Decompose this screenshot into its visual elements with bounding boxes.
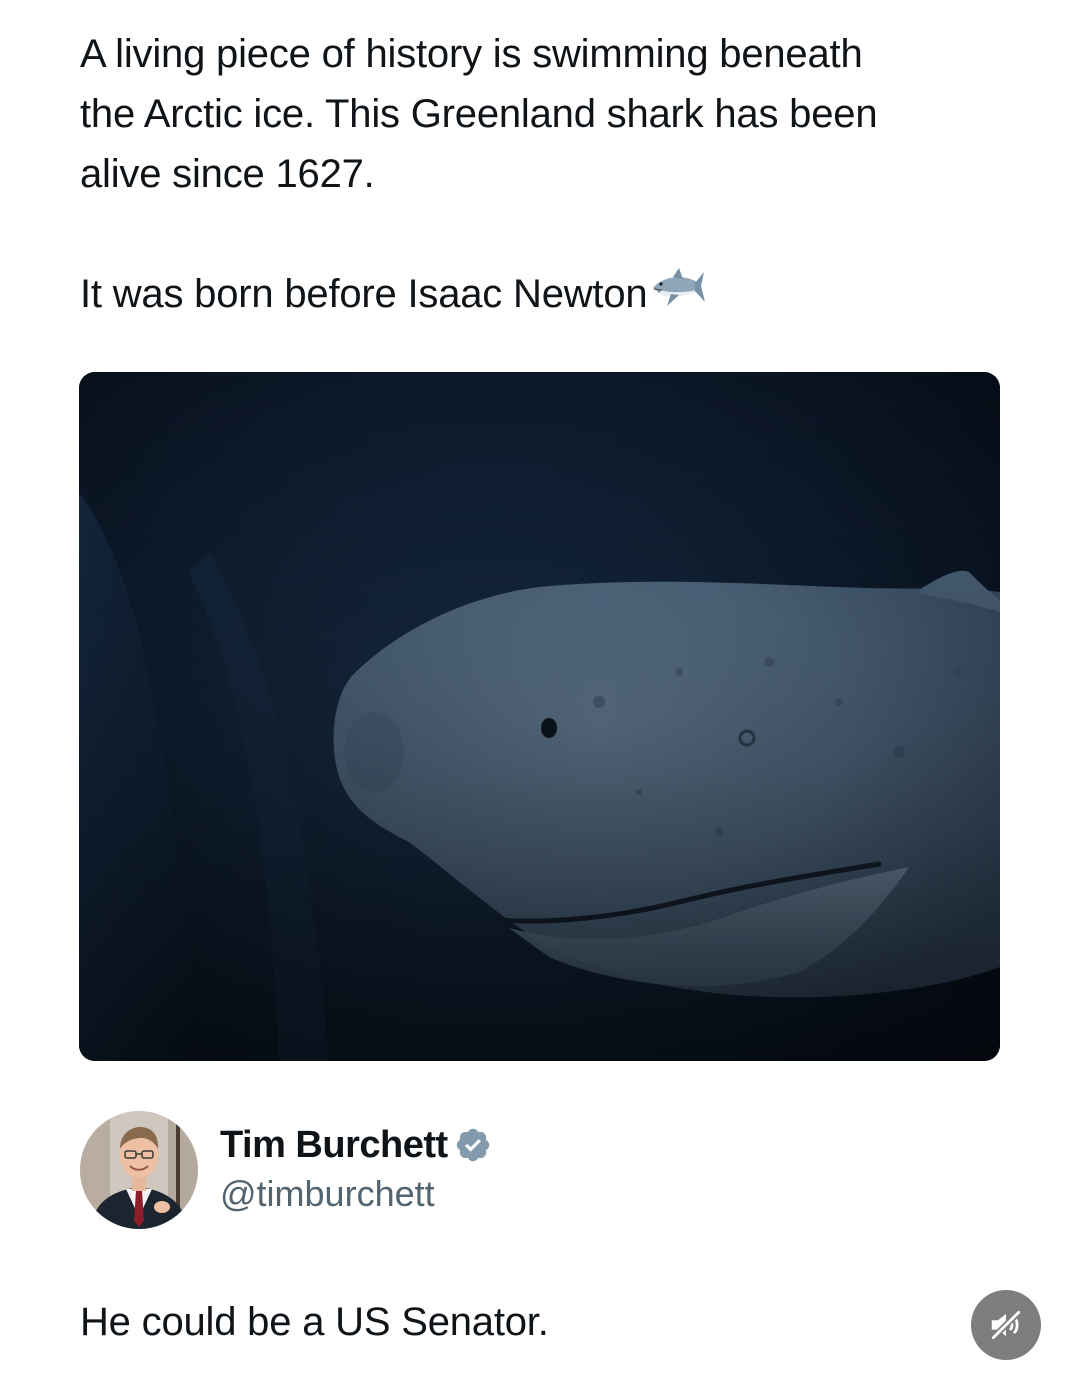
- post-text-paragraph-2: It was born before Isaac Newton: [80, 264, 1010, 324]
- quoted-author[interactable]: Tim Burchett @timburchett: [80, 1111, 492, 1229]
- speaker-muted-icon: [991, 1310, 1021, 1340]
- post-text-line: It was born before Isaac Newton: [80, 272, 648, 316]
- post-media-image[interactable]: [79, 372, 1000, 1061]
- post-text-line: the Arctic ice. This Greenland shark has…: [80, 92, 878, 136]
- verified-badge-icon: [454, 1126, 492, 1164]
- mute-button[interactable]: [971, 1290, 1041, 1360]
- author-meta: Tim Burchett @timburchett: [220, 1121, 492, 1215]
- shark-emoji-icon: [649, 266, 706, 316]
- post-text-line: A living piece of history is swimming be…: [80, 32, 863, 76]
- greenland-shark-photo: [79, 372, 1000, 1061]
- author-name[interactable]: Tim Burchett: [220, 1124, 448, 1167]
- post-text-line: alive since 1627.: [80, 152, 375, 196]
- author-name-row: Tim Burchett: [220, 1121, 492, 1169]
- reply-text: He could be a US Senator.: [80, 1300, 549, 1344]
- author-handle[interactable]: @timburchett: [220, 1173, 492, 1215]
- post-text: A living piece of history is swimming be…: [80, 24, 1010, 324]
- avatar[interactable]: [80, 1111, 198, 1229]
